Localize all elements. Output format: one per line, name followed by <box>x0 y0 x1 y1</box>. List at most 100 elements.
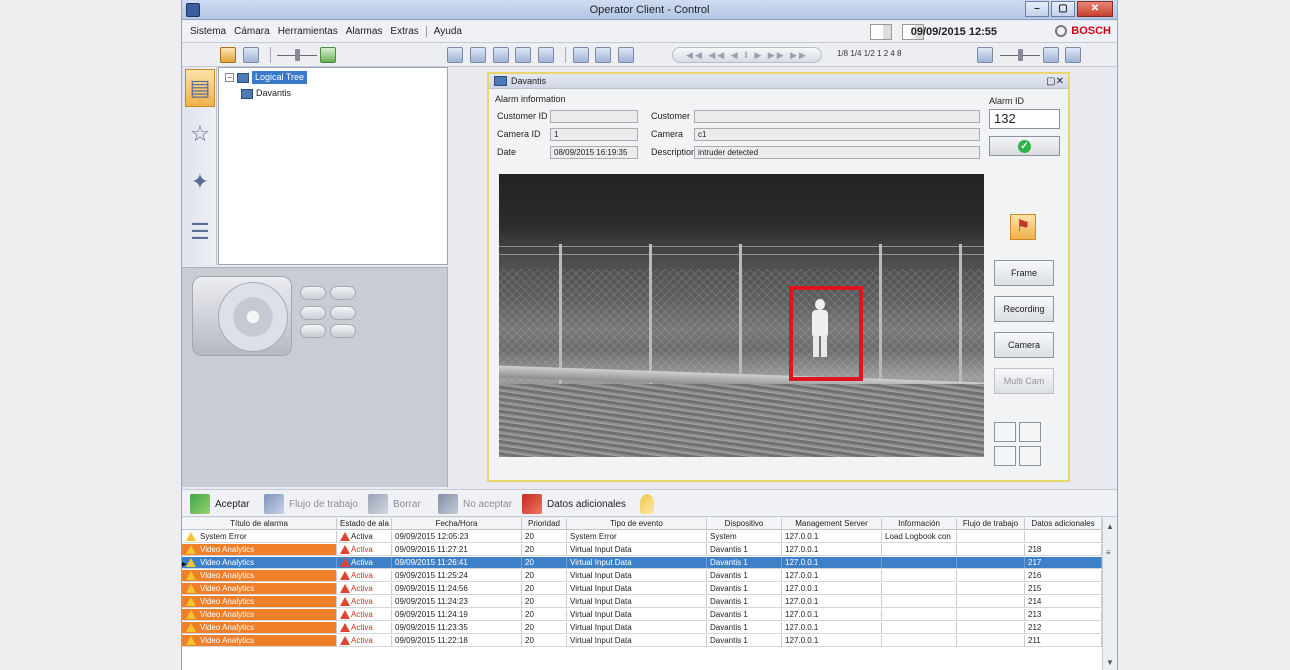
snapshot-icon[interactable] <box>538 47 555 63</box>
customer-field[interactable] <box>694 110 980 123</box>
bookmark-icon[interactable] <box>572 47 589 63</box>
table-row[interactable]: System Error Activa 09/09/2015 12:05:23 20 S… <box>182 531 1102 543</box>
table-row[interactable]: Video Analytics Activa 09/09/2015 11:22:18… <box>182 635 1102 647</box>
cell-text: System Error <box>200 532 247 541</box>
fullscreen-icon[interactable] <box>1042 47 1059 63</box>
scroll-down-icon[interactable]: ▼ <box>1106 658 1114 667</box>
camera-button[interactable]: Camera <box>994 332 1054 358</box>
export-icon[interactable] <box>595 47 612 63</box>
dialog-controls[interactable]: ▢✕ <box>1046 74 1064 89</box>
alarm-sound-button[interactable] <box>640 494 654 514</box>
minimize-button[interactable]: – <box>1025 1 1049 17</box>
focus-button[interactable] <box>330 286 356 300</box>
menu-herramientas[interactable]: Herramientas <box>274 26 342 37</box>
menu-sistema[interactable]: Sistema <box>186 26 230 37</box>
zoom-slider[interactable] <box>999 47 1040 63</box>
print-icon[interactable] <box>515 47 532 63</box>
table-row[interactable]: ▶Video Analytics Activa 09/09/2015 11:26:4… <box>182 557 1102 569</box>
iris-button[interactable] <box>300 306 326 320</box>
image-pane-icon[interactable] <box>447 47 463 63</box>
menu-alarmas[interactable]: Alarmas <box>342 26 387 37</box>
camera-icon[interactable] <box>220 47 236 63</box>
confirm-button[interactable]: ✓ <box>989 136 1060 156</box>
accept-button[interactable]: Aceptar <box>190 494 249 514</box>
table-scrollbar[interactable]: ▲ ≡ ▼ <box>1102 518 1117 670</box>
bosch-ring-icon <box>1055 25 1068 37</box>
camera-field[interactable]: c1 <box>694 128 980 141</box>
home-button[interactable] <box>330 324 356 338</box>
table-row[interactable]: Video Analytics Activa 09/09/2015 11:23:35… <box>182 622 1102 634</box>
column-header[interactable]: Dispositivo <box>707 518 782 529</box>
camera-id-field[interactable]: 1 <box>550 128 638 141</box>
multi-cam-button[interactable]: Multi Cam <box>994 368 1054 394</box>
date-field[interactable]: 08/09/2015 16:19:35 <box>550 146 638 159</box>
favorites-nav-button[interactable]: ☆ <box>185 115 215 153</box>
monitor-icon[interactable] <box>242 47 259 63</box>
tree-icon: ▤ <box>189 75 211 100</box>
close-button[interactable]: ✕ <box>1077 1 1113 17</box>
alarm-id-field[interactable]: 132 <box>989 109 1060 129</box>
table-cell-state: Activa <box>337 544 392 555</box>
maximize-button[interactable]: ▢ <box>1051 1 1075 17</box>
camera-video-feed[interactable] <box>499 174 984 457</box>
column-header[interactable]: Datos adicionales <box>1025 518 1102 529</box>
delete-button[interactable]: Borrar <box>368 494 421 514</box>
audio-icon[interactable] <box>618 47 635 63</box>
zoom-button[interactable] <box>300 286 326 300</box>
scroll-thumb-icon[interactable]: ≡ <box>1106 548 1111 557</box>
tree-item-label[interactable]: Davantis <box>256 87 291 100</box>
playback-controls[interactable]: ◀◀ ◀◀ ◀ ‖ ▶ ▶▶ ▶▶ <box>672 47 822 63</box>
volume-slider[interactable] <box>277 47 318 63</box>
workflow-button[interactable]: Flujo de trabajo <box>264 494 358 514</box>
menu-extras[interactable]: Extras <box>386 26 422 37</box>
column-header[interactable]: Tipo de evento <box>567 518 707 529</box>
column-header[interactable]: Prioridad <box>522 518 567 529</box>
table-cell-extra <box>1025 531 1102 542</box>
column-header[interactable]: Flujo de trabajo <box>957 518 1025 529</box>
reject-button[interactable]: No aceptar <box>438 494 512 514</box>
layout-icon[interactable] <box>492 47 509 63</box>
screen-icon[interactable] <box>977 47 993 63</box>
map-nav-button[interactable]: ✦ <box>185 163 215 201</box>
table-cell-datetime: 09/09/2015 11:25:24 <box>392 570 522 581</box>
tree-root-label[interactable]: Logical Tree <box>252 71 308 84</box>
tree-root[interactable]: − Logical Tree <box>225 71 308 84</box>
extra-data-button[interactable]: Datos adicionales <box>522 494 626 514</box>
menu-ayuda[interactable]: Ayuda <box>430 26 466 37</box>
table-cell-extra: 218 <box>1025 544 1102 555</box>
image-pane-2-icon[interactable] <box>469 47 486 63</box>
frame-button[interactable]: Frame <box>994 260 1054 286</box>
column-header[interactable]: Management Server <box>782 518 882 529</box>
list-nav-button[interactable]: ☰ <box>185 213 215 251</box>
table-row[interactable]: Video Analytics Activa 09/09/2015 11:25:24… <box>182 570 1102 582</box>
preset-button[interactable] <box>330 306 356 320</box>
aux-button[interactable] <box>300 324 326 338</box>
collapse-icon[interactable]: − <box>225 73 234 82</box>
column-header[interactable]: Fecha/Hora <box>392 518 522 529</box>
table-row[interactable]: Video Analytics Activa 09/09/2015 11:27:21… <box>182 544 1102 556</box>
layout-grid-button[interactable] <box>994 422 1050 472</box>
column-header[interactable]: Estado de ala <box>337 518 392 529</box>
table-row[interactable]: Video Analytics Activa 09/09/2015 11:24:23… <box>182 596 1102 608</box>
playback-speed-labels[interactable]: 1/8 1/4 1/2 1 2 4 8 <box>837 49 902 58</box>
ptz-dial-icon[interactable] <box>218 282 288 352</box>
table-cell-device: System <box>707 531 782 542</box>
column-header[interactable]: Información <box>882 518 957 529</box>
speaker-icon[interactable] <box>320 47 337 63</box>
tree-nav-button[interactable]: ▤ <box>185 69 215 107</box>
ptz-pad[interactable] <box>192 276 292 356</box>
table-row[interactable]: Video Analytics Activa 09/09/2015 11:24:56… <box>182 583 1102 595</box>
table-cell-title: Video Analytics <box>182 570 337 581</box>
menu-camara[interactable]: Cámara <box>230 26 274 37</box>
recording-button[interactable]: Recording <box>994 296 1054 322</box>
description-field[interactable]: intruder detected <box>694 146 980 159</box>
emergency-exit-icon[interactable]: ⚑ <box>1010 214 1036 240</box>
alarm-state-icon <box>340 623 350 632</box>
table-row[interactable]: Video Analytics Activa 09/09/2015 11:24:19… <box>182 609 1102 621</box>
table-cell-datetime: 09/09/2015 11:22:18 <box>392 635 522 646</box>
scroll-up-icon[interactable]: ▲ <box>1106 522 1114 531</box>
help-icon[interactable] <box>1065 47 1082 63</box>
column-header[interactable]: Título de alarma <box>182 518 337 529</box>
customer-id-field[interactable] <box>550 110 638 123</box>
tree-item-davantis[interactable]: Davantis <box>241 87 291 100</box>
